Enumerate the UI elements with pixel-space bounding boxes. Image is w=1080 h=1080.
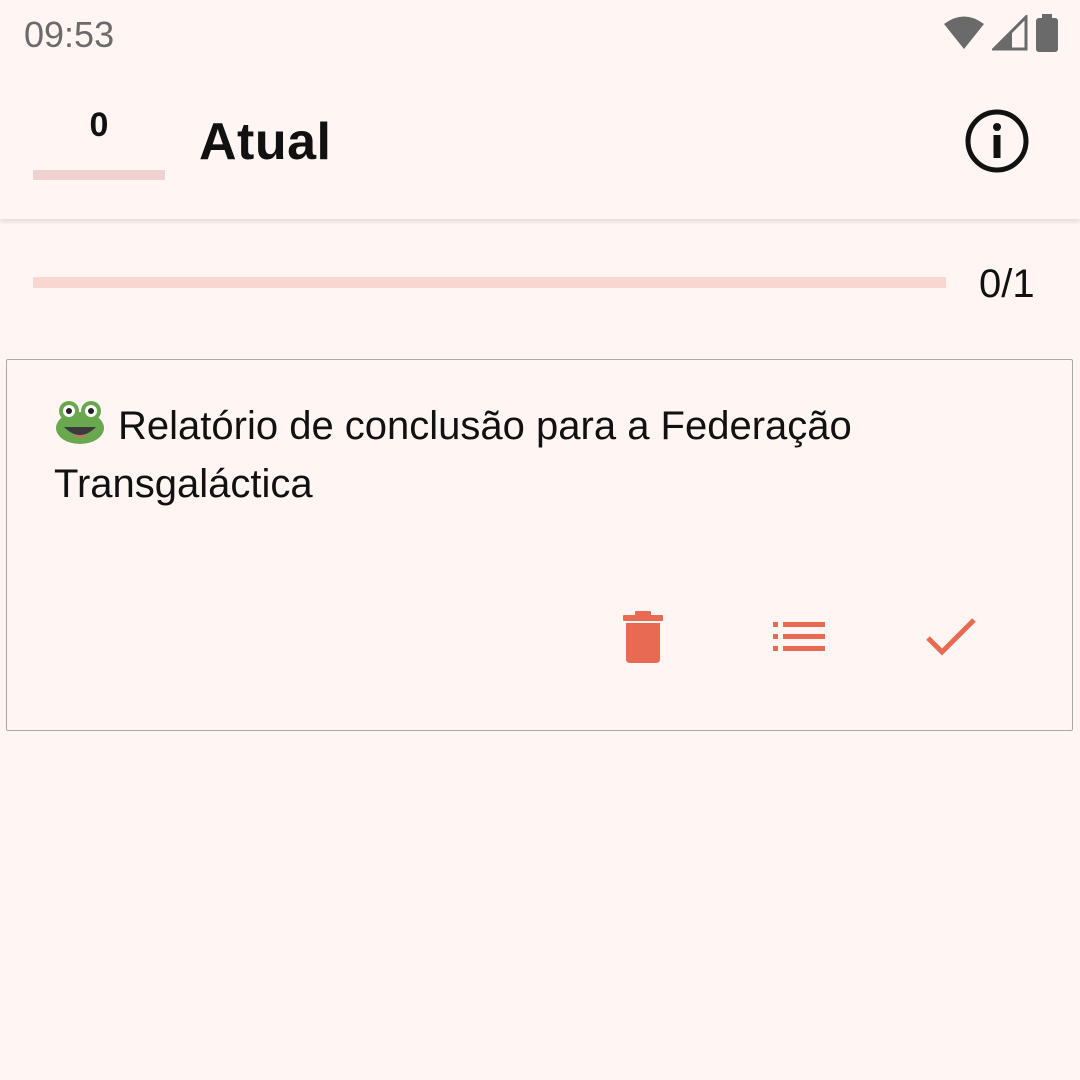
tasks-progress-bar — [33, 277, 946, 288]
subtasks-button[interactable] — [759, 604, 839, 674]
task-title: Relatório de conclusão para a Federação … — [54, 404, 852, 506]
task-text-block: Relatório de conclusão para a Federação … — [54, 397, 1014, 513]
tasks-progress-label: 0/1 — [979, 262, 1035, 306]
app-bar: 0 Atual — [0, 70, 1080, 219]
trash-icon — [623, 611, 663, 667]
wifi-icon — [942, 15, 986, 55]
list-icon — [773, 622, 825, 656]
page-title: Atual — [199, 113, 332, 171]
tasks-progress: 0/1 — [33, 262, 1048, 306]
info-button[interactable] — [962, 108, 1032, 178]
status-time: 09:53 — [24, 14, 115, 55]
complete-task-button[interactable] — [911, 604, 991, 674]
pomodoro-counter: 0 — [89, 106, 109, 144]
status-icons — [942, 13, 1060, 56]
status-bar: 09:53 — [0, 0, 1080, 70]
check-icon — [925, 617, 977, 661]
task-card[interactable]: Relatório de conclusão para a Federação … — [6, 359, 1073, 731]
task-actions — [597, 604, 1017, 674]
delete-task-button[interactable] — [603, 604, 683, 674]
info-icon — [964, 108, 1030, 178]
counter-progress-bar — [33, 170, 165, 180]
frog-emoji-icon — [54, 399, 106, 445]
battery-icon — [1034, 14, 1060, 56]
cell-signal-icon — [990, 13, 1028, 55]
